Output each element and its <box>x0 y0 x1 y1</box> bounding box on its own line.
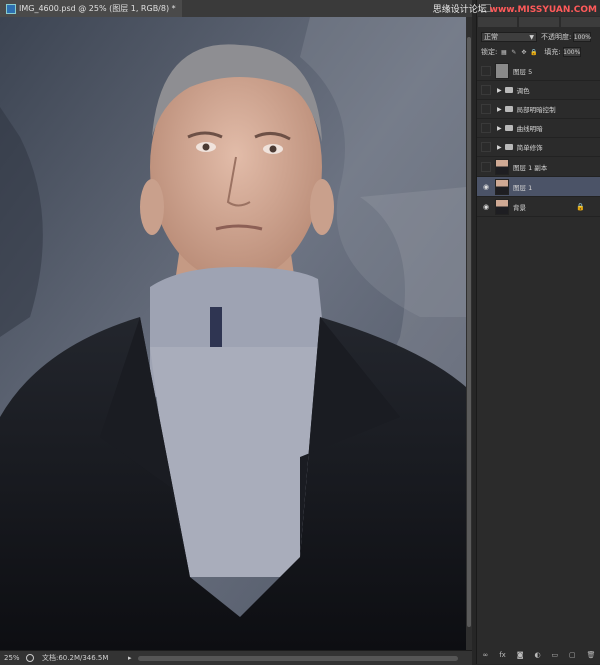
adjustment-layer-icon[interactable]: ◐ <box>534 651 540 659</box>
lock-icon: 🔒 <box>576 202 585 211</box>
layer-style-icon[interactable]: fx <box>499 651 506 659</box>
canvas-area[interactable] <box>0 17 466 650</box>
layer-name: 简单修饰 <box>516 144 543 152</box>
layers-panel-toolbar: ∞ fx ◙ ◐ ▭ ▢ 🗑 <box>477 648 600 662</box>
document-tab-bar: IMG_4600.psd @ 25% (图层 1, RGB/8) * <box>0 0 472 18</box>
layer-row-selected[interactable]: ◉ 图层 1 <box>477 177 600 197</box>
layers-panel: 思缘设计论坛 www.MISSYUAN.COM 正常 ▼ 不透明度: 100% … <box>433 0 600 664</box>
layer-name: 局部明暗控制 <box>516 106 556 114</box>
layer-thumbnail <box>495 158 509 175</box>
panel-tab[interactable] <box>478 17 518 27</box>
lock-pixels-icon[interactable]: ✎ <box>510 49 517 56</box>
psd-file-icon <box>6 3 16 14</box>
expand-arrow-icon[interactable]: ▶ <box>497 144 502 151</box>
layer-thumbnail <box>495 62 509 79</box>
watermark-prefix: 思缘设计论坛 <box>432 5 487 15</box>
layer-row[interactable]: 图层 5 <box>477 61 600 81</box>
status-menu-arrow-icon[interactable]: ▸ <box>128 654 132 662</box>
layer-name: 图层 1 <box>513 183 533 192</box>
info-circle-icon <box>26 654 34 662</box>
add-mask-icon[interactable]: ◙ <box>517 651 524 659</box>
panel-tab[interactable] <box>519 17 559 27</box>
fill-label: 填充: <box>544 48 561 56</box>
layer-name: 图层 1 副本 <box>513 163 548 172</box>
expand-arrow-icon[interactable]: ▶ <box>497 125 502 132</box>
trash-icon[interactable]: 🗑 <box>587 651 596 659</box>
eye-icon[interactable]: ◉ <box>481 182 491 192</box>
layer-name: 调色 <box>516 87 530 95</box>
folder-icon <box>504 144 513 150</box>
layer-group-row[interactable]: ▶ 曲线明暗 <box>477 119 600 138</box>
lock-position-icon[interactable]: ✥ <box>520 49 527 56</box>
vertical-scrollbar[interactable] <box>466 17 472 650</box>
layer-group-row[interactable]: ▶ 简单修饰 <box>477 138 600 157</box>
fill-field[interactable]: 100% <box>562 47 581 57</box>
layer-name: 图层 5 <box>513 67 533 76</box>
layer-thumbnail <box>495 178 509 195</box>
panel-tab[interactable] <box>560 17 600 27</box>
layer-name: 背景 <box>513 203 526 212</box>
expand-arrow-icon[interactable]: ▶ <box>497 87 502 94</box>
blend-mode-select[interactable]: 正常 ▼ <box>481 32 537 42</box>
chevron-down-icon: ▼ <box>529 33 534 41</box>
new-layer-icon[interactable]: ▢ <box>569 651 576 659</box>
document-tab[interactable]: IMG_4600.psd @ 25% (图层 1, RGB/8) * <box>0 0 182 17</box>
layer-row-background[interactable]: ◉ 背景 🔒 <box>477 197 600 217</box>
folder-icon <box>504 106 513 112</box>
portrait-photo <box>0 17 466 650</box>
layers-list: 图层 5 ▶ 调色 ▶ 局部明暗控制 ▶ 曲线明暗 ▶ 简单修饰 图层 1 副本… <box>477 61 600 217</box>
opacity-label: 不透明度: <box>541 33 572 41</box>
layer-thumbnail <box>495 198 509 215</box>
panel-top-strip: 思缘设计论坛 www.MISSYUAN.COM <box>433 0 600 16</box>
lock-all-icon[interactable]: 🔒 <box>530 49 537 56</box>
status-bar: 25% 文档:60.2M/346.5M ▸ <box>0 650 472 665</box>
blend-mode-value: 正常 <box>484 33 498 41</box>
layer-row[interactable]: 图层 1 副本 <box>477 157 600 177</box>
watermark: 思缘设计论坛 www.MISSYUAN.COM <box>433 2 597 15</box>
visibility-toggle[interactable] <box>481 85 491 95</box>
zoom-level[interactable]: 25% <box>0 654 22 662</box>
vertical-scrollbar-thumb[interactable] <box>467 37 471 627</box>
watermark-site: www.MISSYUAN.COM <box>489 5 597 15</box>
document-tab-title: IMG_4600.psd @ 25% (图层 1, RGB/8) * <box>19 4 176 13</box>
horizontal-scrollbar[interactable] <box>137 655 458 661</box>
document-size-info[interactable]: 文档:60.2M/346.5M <box>42 653 114 663</box>
link-layers-icon[interactable]: ∞ <box>482 651 488 659</box>
folder-icon <box>504 87 513 93</box>
visibility-toggle[interactable] <box>481 123 491 133</box>
lock-fill-row: 锁定: ▦ ✎ ✥ 🔒 填充: 100% <box>477 45 600 59</box>
expand-arrow-icon[interactable]: ▶ <box>497 106 502 113</box>
opacity-field[interactable]: 100% <box>573 32 592 42</box>
panel-tabs <box>477 16 600 28</box>
lock-label: 锁定: <box>481 48 498 56</box>
layer-group-row[interactable]: ▶ 调色 <box>477 81 600 100</box>
layer-name: 曲线明暗 <box>516 125 543 133</box>
new-group-icon[interactable]: ▭ <box>552 651 559 659</box>
eye-icon[interactable]: ◉ <box>481 202 491 212</box>
visibility-toggle[interactable] <box>481 161 491 172</box>
lock-transparency-icon[interactable]: ▦ <box>500 49 507 56</box>
visibility-toggle[interactable] <box>481 142 491 152</box>
blend-opacity-row: 正常 ▼ 不透明度: 100% <box>477 30 600 44</box>
visibility-toggle[interactable] <box>481 104 491 114</box>
folder-icon <box>504 125 513 131</box>
visibility-toggle[interactable] <box>481 65 491 76</box>
layer-group-row[interactable]: ▶ 局部明暗控制 <box>477 100 600 119</box>
